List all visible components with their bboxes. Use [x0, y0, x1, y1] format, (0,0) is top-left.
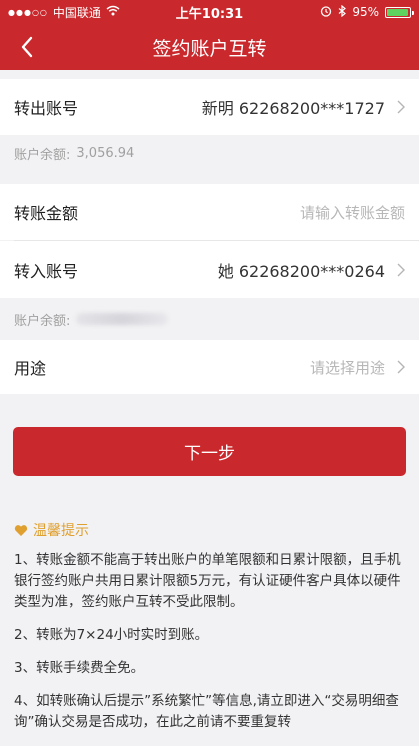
status-bar: ●●●○○ 中国联通 上午10:31 95%	[0, 0, 419, 24]
from-account-value: 新明 62268200***1727	[201, 99, 385, 118]
carrier-name: 中国联通	[52, 5, 101, 20]
tip-item: 3、转账手续费全免。	[14, 660, 145, 676]
bluetooth-icon	[338, 4, 347, 20]
battery-icon	[385, 6, 414, 18]
to-account-label: 转入账号	[14, 261, 79, 281]
tips-title: 温馨提示	[33, 523, 89, 539]
to-balance-label: 账户余额:	[14, 313, 71, 329]
amount-input[interactable]: 请输入转账金额	[134, 202, 405, 223]
purpose-row[interactable]: 用途 请选择用途	[0, 340, 419, 394]
tip-item: 1、转账金额不能高于转出账户的单笔限额和日累计限额，且手机银行签约账户共用日累计…	[14, 552, 401, 610]
redacted-balance	[76, 313, 169, 325]
status-right: 95%	[261, 4, 414, 20]
tip-item: 4、如转账确认后提示”系统繁忙”等信息,请立即进入“交易明细查询”确认交易是否成…	[14, 693, 399, 730]
chevron-right-icon	[389, 263, 405, 277]
from-account-label: 转出账号	[14, 99, 79, 118]
amount-label: 转账金额	[14, 204, 79, 223]
status-left: ●●●○○ 中国联通	[8, 4, 158, 21]
next-step-button[interactable]: 下一步	[13, 427, 406, 476]
purpose-select[interactable]: 请选择用途	[134, 357, 385, 378]
back-button[interactable]	[10, 30, 44, 64]
nav-bar: 签约账户互转	[0, 24, 419, 70]
status-time: 上午10:31	[175, 6, 244, 22]
signal-icon: ●●●○○	[8, 7, 48, 17]
from-balance-label: 账户余额:	[14, 147, 71, 163]
to-account-row[interactable]: 转入账号 她 62268200***0264	[0, 241, 419, 298]
to-account-value: 她 62268200***0264	[217, 261, 385, 281]
from-account-row[interactable]: 转出账号 新明 62268200***1727	[0, 79, 419, 135]
tips-header: 温馨提示	[14, 520, 405, 540]
heart-icon	[14, 524, 28, 536]
chevron-left-icon	[21, 36, 33, 58]
from-balance-row: 账户余额: 3,056.94	[0, 135, 419, 171]
chevron-right-icon	[389, 100, 405, 114]
from-balance-value: 3,056.94	[76, 145, 135, 161]
to-balance-row: 账户余额:	[0, 298, 419, 340]
page-title: 签约账户互转	[152, 37, 267, 60]
purpose-label: 用途	[14, 359, 47, 378]
chevron-right-icon	[389, 360, 405, 374]
battery-percent: 95%	[352, 5, 379, 19]
tips-section: 温馨提示 1、转账金额不能高于转出账户的单笔限额和日累计限额，且手机银行签约账户…	[0, 520, 419, 745]
wifi-icon	[106, 5, 120, 19]
alarm-icon	[320, 5, 332, 20]
amount-row[interactable]: 转账金额 请输入转账金额	[0, 184, 419, 240]
tip-item: 2、转账为7×24小时实时到账。	[14, 627, 209, 643]
